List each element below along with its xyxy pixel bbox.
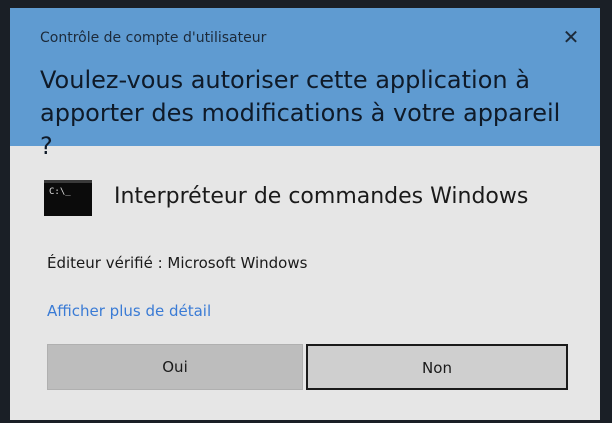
dialog-caption: Contrôle de compte d'utilisateur — [40, 30, 267, 46]
close-icon[interactable]: ✕ — [560, 26, 582, 48]
uac-question: Voulez-vous autoriser cette application … — [40, 66, 561, 160]
command-prompt-icon-text: C:\_ — [49, 187, 71, 197]
no-button[interactable]: Non — [306, 344, 568, 390]
uac-dialog: Contrôle de compte d'utilisateur ✕ Voule… — [10, 8, 600, 420]
uac-header: Contrôle de compte d'utilisateur ✕ Voule… — [10, 8, 600, 160]
command-prompt-icon: C:\_ — [44, 180, 92, 216]
app-name: Interpréteur de commandes Windows — [114, 184, 529, 209]
verified-publisher: Éditeur vérifié : Microsoft Windows — [47, 254, 308, 272]
yes-button[interactable]: Oui — [47, 344, 303, 390]
show-more-details-link[interactable]: Afficher plus de détail — [47, 302, 211, 320]
